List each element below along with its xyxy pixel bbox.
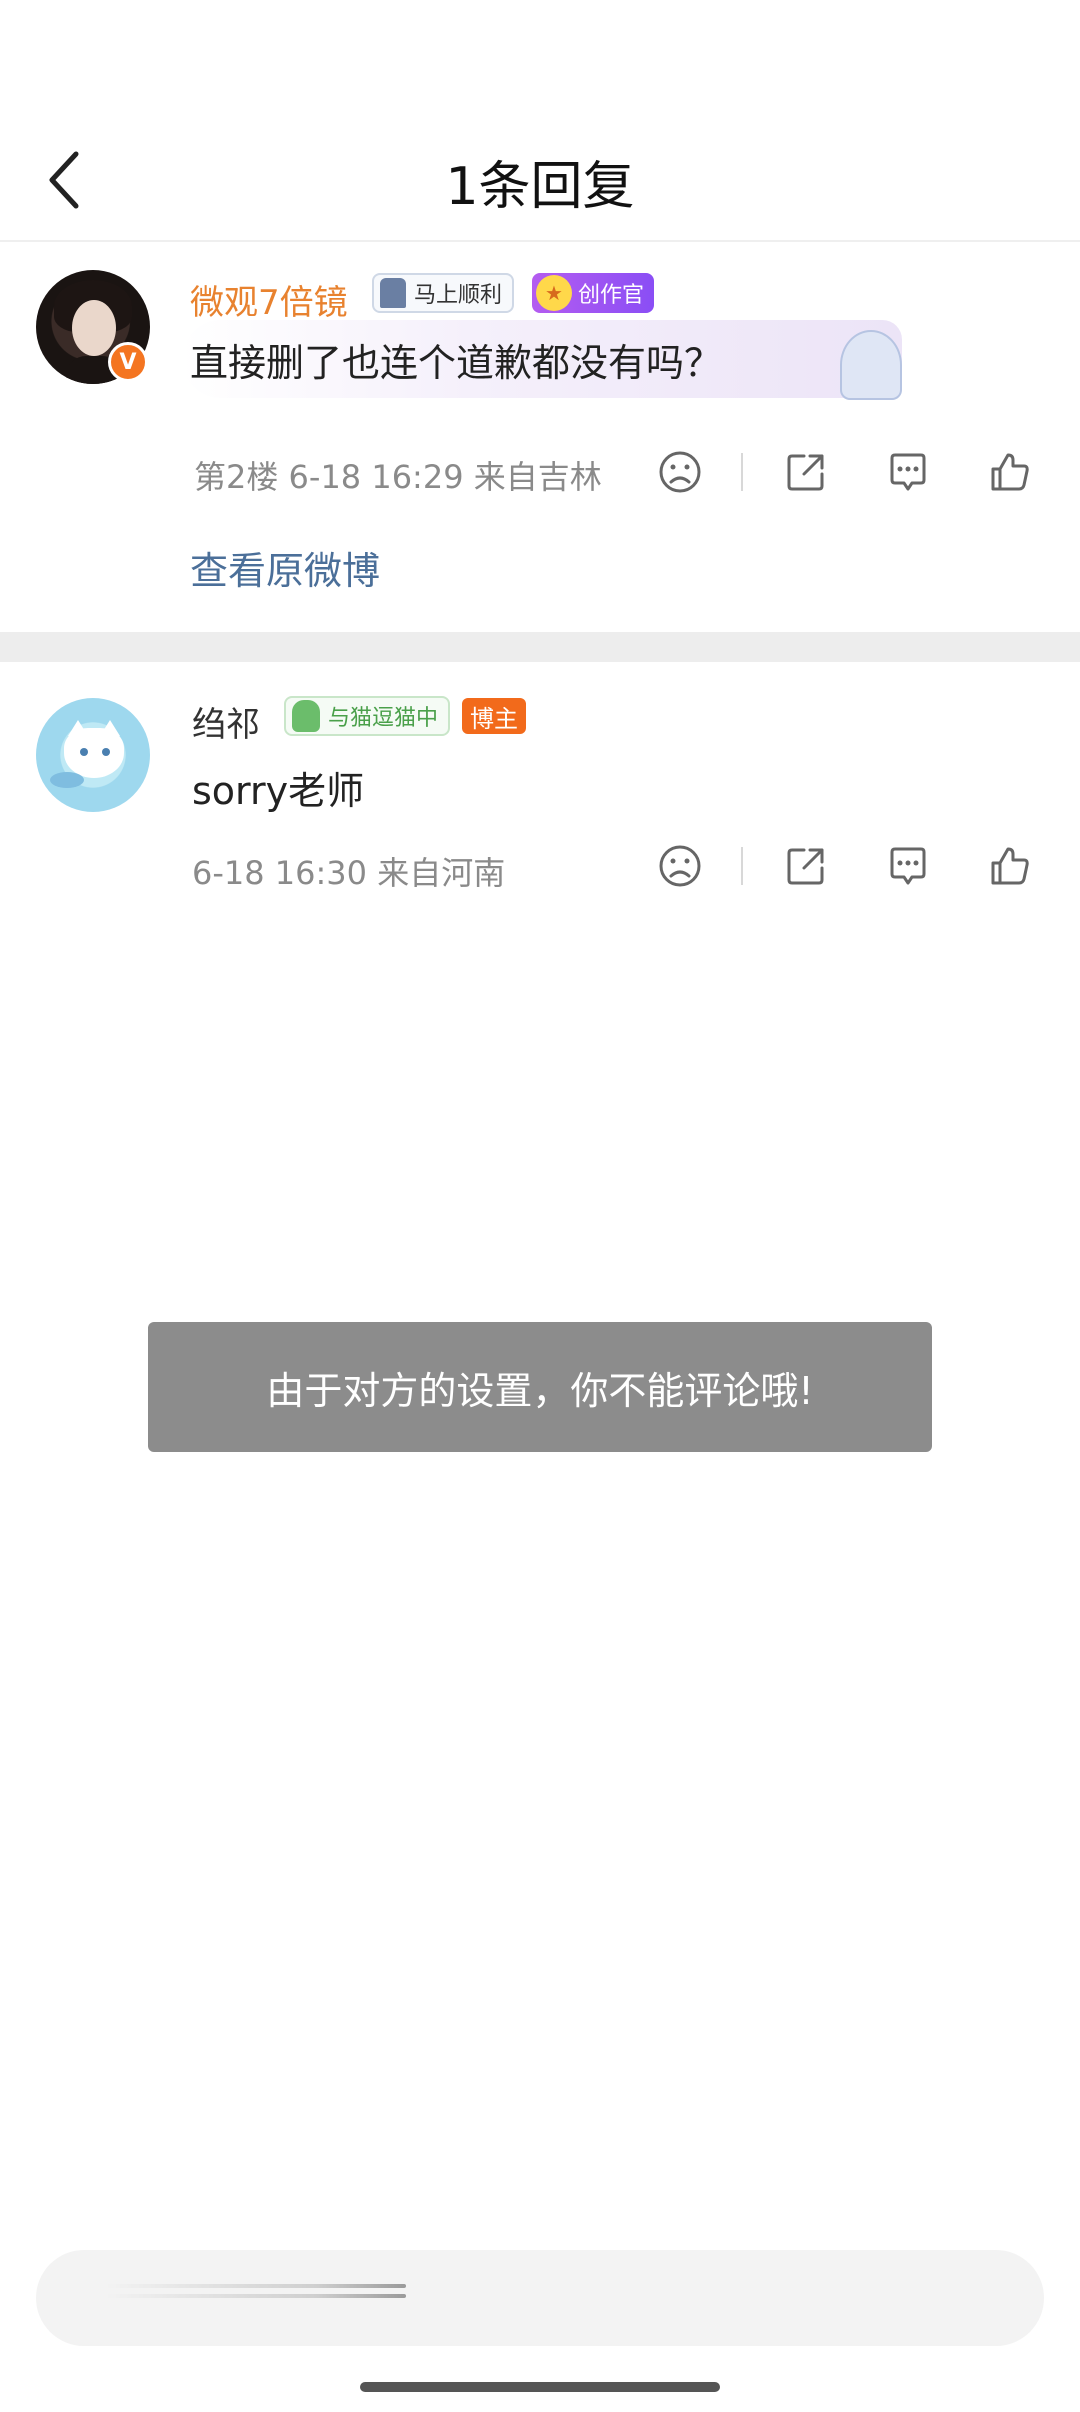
share-button[interactable] bbox=[776, 836, 836, 896]
comment-text: sorry老师 bbox=[192, 769, 365, 813]
username[interactable]: 微观7倍镜 bbox=[190, 275, 348, 324]
cat-icon bbox=[292, 700, 320, 732]
bubble-character-icon bbox=[840, 330, 902, 400]
comment-actions bbox=[650, 442, 1050, 502]
reply-page: 1条回复 V 微观7倍镜 马上顺利 ★ 创作官 直接删了也连个道歉都没有吗？ 第… bbox=[0, 0, 1080, 2412]
comment-actions bbox=[650, 836, 1050, 896]
comment-meta: 6-18 16:30 来自河南 bbox=[192, 854, 506, 892]
comment-icon bbox=[890, 453, 926, 491]
dislike-button[interactable] bbox=[650, 442, 710, 502]
chess-knight-icon bbox=[380, 278, 406, 308]
comment-input[interactable] bbox=[36, 2250, 1044, 2346]
reply-button[interactable] bbox=[878, 836, 938, 896]
comment-icon bbox=[890, 847, 926, 885]
sad-face-icon bbox=[659, 845, 701, 887]
page-title: 1条回复 bbox=[445, 157, 635, 217]
rank-badge[interactable]: 马上顺利 bbox=[372, 273, 515, 313]
thumbs-up-icon bbox=[991, 453, 1029, 491]
toast-message: 由于对方的设置，你不能评论哦! bbox=[148, 1322, 932, 1452]
sad-face-icon bbox=[659, 451, 701, 493]
header-divider bbox=[0, 240, 1080, 242]
divider bbox=[740, 836, 744, 896]
like-button[interactable] bbox=[980, 442, 1040, 502]
fan-badge[interactable]: 与猫逗猫中 bbox=[284, 696, 451, 736]
section-divider bbox=[0, 632, 1080, 662]
thumbs-up-icon bbox=[991, 847, 1029, 885]
share-icon bbox=[787, 454, 824, 491]
blogger-badge: 博主 bbox=[462, 698, 526, 734]
creator-badge[interactable]: ★ 创作官 bbox=[532, 273, 655, 313]
avatar[interactable] bbox=[36, 698, 150, 812]
verified-badge-icon: V bbox=[108, 342, 148, 382]
share-button[interactable] bbox=[776, 442, 836, 502]
input-placeholder bbox=[106, 2278, 406, 2314]
view-original-link[interactable]: 查看原微博 bbox=[190, 540, 380, 595]
dislike-button[interactable] bbox=[650, 836, 710, 896]
reply-button[interactable] bbox=[878, 442, 938, 502]
comment-meta: 第2楼 6-18 16:29 来自吉林 bbox=[194, 458, 602, 496]
share-icon bbox=[787, 848, 824, 885]
home-indicator[interactable] bbox=[360, 2382, 720, 2392]
creator-star-icon: ★ bbox=[536, 275, 572, 311]
top-bar: 1条回复 bbox=[0, 118, 1080, 242]
divider bbox=[740, 442, 744, 502]
like-button[interactable] bbox=[980, 836, 1040, 896]
comment-text: 直接删了也连个道歉都没有吗？ bbox=[190, 341, 723, 385]
username[interactable]: 绉祁 bbox=[192, 697, 260, 746]
